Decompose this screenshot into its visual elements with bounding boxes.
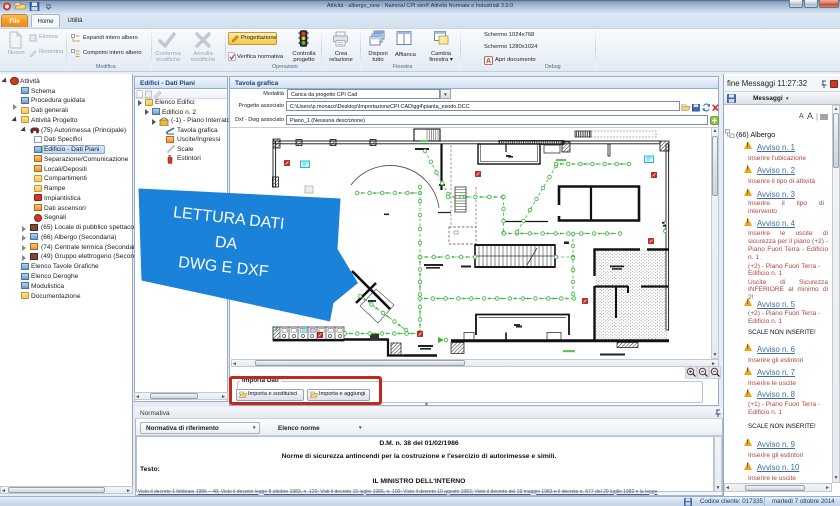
svg-text:A: A (486, 58, 491, 65)
